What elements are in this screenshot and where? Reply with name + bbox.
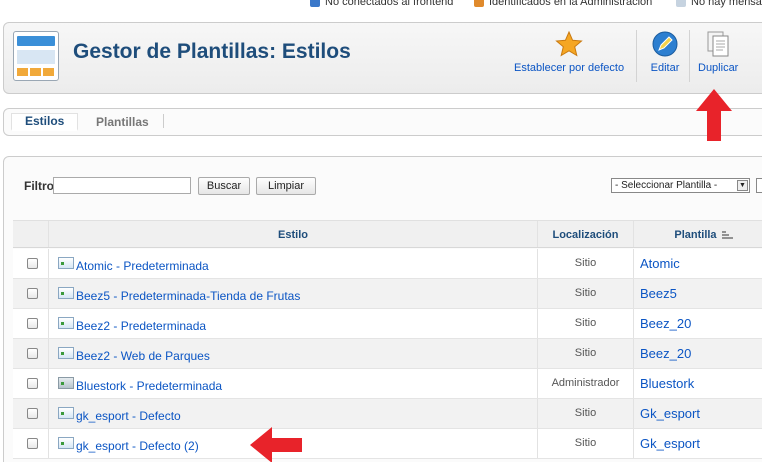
style-location: Sitio — [574, 317, 597, 329]
annotation-arrow-left-icon — [250, 427, 302, 462]
template-link[interactable]: Beez5 — [640, 286, 677, 301]
star-icon — [555, 30, 583, 57]
row-checkbox[interactable] — [27, 378, 38, 389]
style-location: Sitio — [574, 257, 597, 269]
admin-status-label: Identificados en la Administración — [489, 0, 653, 8]
messages-icon — [676, 0, 686, 7]
style-name-link[interactable]: gk_esport - Defecto — [76, 409, 181, 423]
tab-plantillas[interactable]: Plantillas — [96, 115, 149, 129]
tab-divider — [163, 114, 164, 128]
clear-button[interactable]: Limpiar — [256, 177, 316, 195]
column-header-location[interactable]: Localización — [538, 221, 633, 249]
template-link[interactable]: Gk_esport — [640, 406, 700, 421]
status-bar: No conectados al frontend Identificados … — [0, 0, 762, 12]
table-row: Atomic - Predeterminada Sitio Atomic — [13, 249, 762, 279]
style-preview-icon[interactable] — [58, 437, 74, 449]
style-location: Sitio — [574, 287, 597, 299]
row-checkbox[interactable] — [27, 348, 38, 359]
duplicate-button[interactable]: Duplicar — [698, 30, 738, 74]
style-location: Sitio — [574, 407, 597, 419]
template-select-value: - Seleccionar Plantilla - — [615, 180, 718, 191]
page-title: Gestor de Plantillas: Estilos — [73, 40, 351, 63]
search-button[interactable]: Buscar — [198, 177, 250, 195]
table-row: Bluestork - Predeterminada Administrador B… — [13, 369, 762, 399]
row-checkbox[interactable] — [27, 408, 38, 419]
template-manager-icon — [13, 31, 59, 81]
admin-status: Identificados en la Administración — [474, 0, 652, 8]
edit-label: Editar — [650, 62, 680, 74]
style-location: Sitio — [574, 437, 597, 449]
style-location: Administrador — [551, 377, 620, 389]
style-preview-icon[interactable] — [58, 347, 74, 359]
table-header: Estilo Localización Plantilla — [13, 220, 762, 248]
style-name-link[interactable]: Beez2 - Predeterminada — [76, 319, 206, 333]
toolbar-divider — [636, 30, 637, 82]
row-checkbox[interactable] — [27, 438, 38, 449]
column-header-template-label: Plantilla — [674, 229, 717, 241]
row-checkbox[interactable] — [27, 318, 38, 329]
copy-documents-icon — [707, 31, 729, 57]
messages-status-label[interactable]: No hay mensa — [691, 0, 762, 8]
style-preview-icon[interactable] — [58, 257, 74, 269]
style-name-link[interactable]: Bluestork - Predeterminada — [76, 379, 222, 393]
style-name-link[interactable]: gk_esport - Defecto (2) — [76, 439, 199, 453]
row-checkbox[interactable] — [27, 288, 38, 299]
messages-status[interactable]: No hay mensa — [676, 0, 762, 8]
table-row: Beez2 - Predeterminada Sitio Beez_20 — [13, 309, 762, 339]
set-default-label: Establecer por defecto — [514, 62, 625, 74]
row-checkbox[interactable] — [27, 258, 38, 269]
style-preview-icon[interactable] — [58, 287, 74, 299]
style-name-link[interactable]: Atomic - Predeterminada — [76, 259, 209, 273]
users-icon — [310, 0, 320, 7]
chevron-down-icon: ▼ — [737, 180, 748, 191]
style-preview-icon[interactable] — [58, 377, 74, 389]
table-row: gk_esport - Defecto (2) Sitio Gk_esport — [13, 429, 762, 459]
set-default-button[interactable]: Establecer por defecto — [514, 30, 624, 74]
style-preview-icon[interactable] — [58, 317, 74, 329]
column-header-template[interactable]: Plantilla — [634, 221, 762, 249]
template-link[interactable]: Gk_esport — [640, 436, 700, 451]
template-select[interactable]: - Seleccionar Plantilla - ▼ — [611, 178, 750, 193]
template-link[interactable]: Atomic — [640, 256, 680, 271]
table-row: Beez2 - Web de Parques Sitio Beez_20 — [13, 339, 762, 369]
pencil-icon — [652, 31, 678, 57]
annotation-arrow-up-icon — [696, 89, 732, 141]
tab-estilos[interactable]: Estilos — [11, 113, 79, 131]
table-row: gk_esport - Defecto Sitio Gk_esport — [13, 399, 762, 429]
style-name-link[interactable]: Beez5 - Predeterminada-Tienda de Frutas — [76, 289, 300, 303]
duplicate-label: Duplicar — [698, 62, 739, 74]
edit-button[interactable]: Editar — [650, 30, 680, 74]
frontend-status-label: No conectados al frontend — [325, 0, 454, 8]
template-link[interactable]: Bluestork — [640, 376, 694, 391]
template-link[interactable]: Beez_20 — [640, 346, 691, 361]
style-preview-icon[interactable] — [58, 407, 74, 419]
column-header-style[interactable]: Estilo — [49, 221, 537, 249]
template-link[interactable]: Beez_20 — [640, 316, 691, 331]
sort-icon — [721, 231, 733, 239]
style-name-link[interactable]: Beez2 - Web de Parques — [76, 349, 210, 363]
style-location: Sitio — [574, 347, 597, 359]
frontend-status: No conectados al frontend — [310, 0, 453, 8]
client-select[interactable] — [756, 178, 762, 193]
toolbar-divider — [689, 30, 690, 82]
table-row: Beez5 - Predeterminada-Tienda de Frutas S… — [13, 279, 762, 309]
admin-users-icon — [474, 0, 484, 7]
filter-search-input[interactable] — [53, 177, 191, 194]
